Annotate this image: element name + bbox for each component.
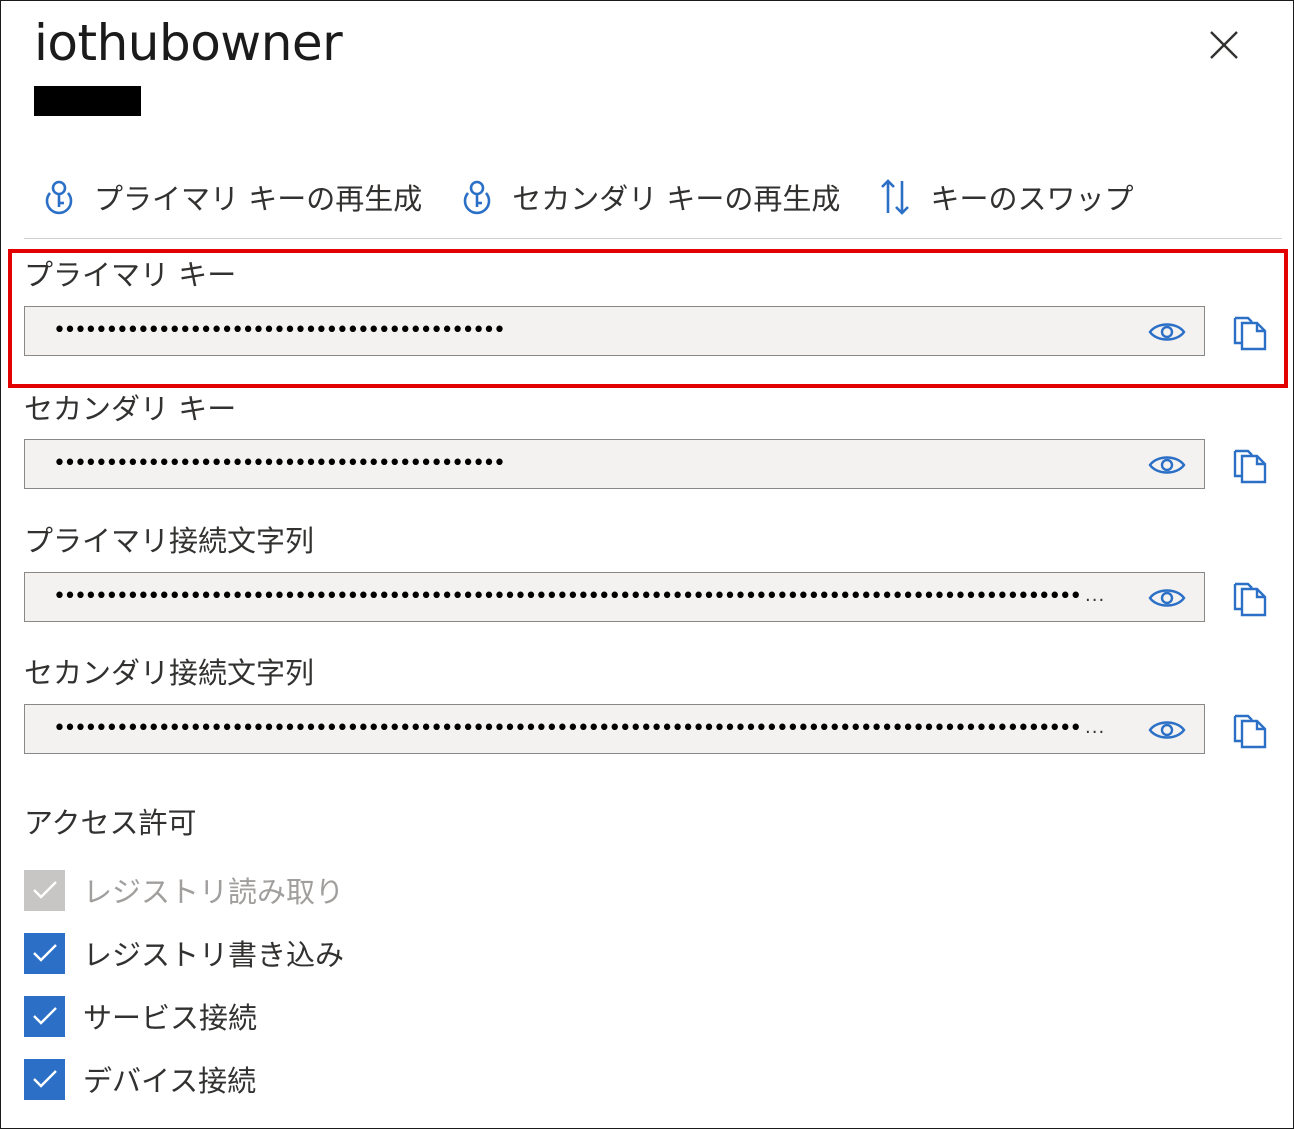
permissions-title: アクセス許可 [24,806,197,840]
copy-secondary-connection-string-button[interactable] [1232,711,1268,749]
copy-primary-connection-string-button[interactable] [1232,579,1268,617]
primary-key-label: プライマリ キー [24,258,237,292]
show-value-button[interactable] [1148,453,1186,477]
primary-connection-string-label: プライマリ接続文字列 [24,524,315,558]
primary-connection-string-field[interactable]: ••••••••••••••••••••••••••••••••••••••••… [24,572,1205,622]
regenerate-primary-key-label: プライマリ キーの再生成 [94,182,423,216]
regenerate-secondary-key-button[interactable]: セカンダリ キーの再生成 [458,176,840,218]
truncation-ellipsis: ... [1085,585,1106,606]
permission-label: レジストリ読み取り [83,875,345,909]
checkbox[interactable] [24,932,65,974]
checkmark-icon [32,1007,57,1025]
eye-icon [1148,589,1186,607]
truncation-ellipsis: ... [1085,717,1106,738]
eye-icon [1148,323,1186,341]
command-bar: プライマリ キーの再生成 セカンダリ キーの再生成 キーのスワップ [40,170,1169,224]
checkbox[interactable] [24,1058,65,1100]
checkbox-disabled[interactable] [24,869,65,911]
key-regenerate-icon [458,177,496,217]
redacted-subtitle [34,86,141,116]
permission-device-connect[interactable]: デバイス接続 [24,1058,256,1100]
regenerate-primary-key-button[interactable]: プライマリ キーの再生成 [40,176,422,218]
primary-key-field[interactable]: ••••••••••••••••••••••••••••••••••••••••… [24,306,1205,356]
primary-connection-string-value: ••••••••••••••••••••••••••••••••••••••••… [53,584,1083,609]
copy-icon [1233,449,1267,484]
regenerate-secondary-key-label: セカンダリ キーの再生成 [512,182,841,216]
show-value-button[interactable] [1148,718,1186,742]
copy-icon [1233,316,1267,351]
secondary-connection-string-value: ••••••••••••••••••••••••••••••••••••••••… [53,716,1083,741]
eye-icon [1148,456,1186,474]
swap-keys-button[interactable]: キーのスワップ [876,176,1133,218]
close-button[interactable] [1203,26,1243,66]
swap-arrows-icon [876,177,914,217]
eye-icon [1148,721,1186,739]
permission-label: レジストリ書き込み [83,938,345,972]
secondary-connection-string-field[interactable]: ••••••••••••••••••••••••••••••••••••••••… [24,704,1205,754]
copy-primary-key-button[interactable] [1232,313,1268,351]
permission-registry-write[interactable]: レジストリ書き込み [24,932,344,974]
secondary-key-field[interactable]: ••••••••••••••••••••••••••••••••••••••••… [24,439,1205,489]
permission-service-connect[interactable]: サービス接続 [24,995,257,1037]
permission-registry-read[interactable]: レジストリ読み取り [24,869,344,911]
copy-secondary-key-button[interactable] [1232,446,1268,484]
show-value-button[interactable] [1148,586,1186,610]
secondary-connection-string-label: セカンダリ接続文字列 [24,656,315,690]
key-regenerate-icon [40,177,78,217]
permission-label: デバイス接続 [83,1064,257,1098]
primary-key-value: ••••••••••••••••••••••••••••••••••••••••… [53,318,504,343]
page-title: iothubowner [34,14,343,72]
toolbar-divider [24,238,1282,239]
checkmark-icon [32,1070,57,1088]
checkbox[interactable] [24,995,65,1037]
copy-icon [1233,582,1267,617]
close-icon [1210,31,1238,59]
checkmark-icon [32,881,57,899]
secondary-key-label: セカンダリ キー [24,392,237,426]
checkmark-icon [32,944,57,962]
swap-keys-label: キーのスワップ [930,182,1134,216]
show-value-button[interactable] [1148,320,1186,344]
copy-icon [1233,714,1267,749]
permission-label: サービス接続 [83,1001,258,1035]
secondary-key-value: ••••••••••••••••••••••••••••••••••••••••… [53,451,504,476]
